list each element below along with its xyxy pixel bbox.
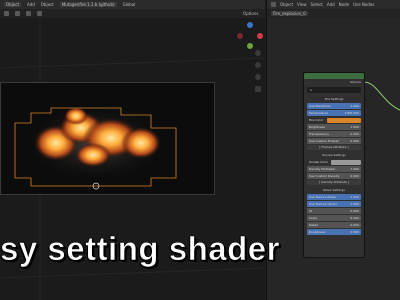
node-menu-add[interactable]: Add [327,2,335,7]
smoke-color-swatch[interactable] [331,159,361,165]
flames-attribute-button[interactable]: [ Flames Attribute ] [307,145,361,150]
move-icon[interactable] [15,11,20,16]
node-output-label: Volume [349,80,361,84]
fire-color-swatch[interactable] [327,117,361,123]
zoom-icon[interactable] [255,50,261,56]
input-detail[interactable]: Detail 0.000 [307,222,361,228]
section-smoke: Smoke Settings [322,153,346,157]
input-scale[interactable]: Scale 6.000 [307,215,361,221]
input-use-custom-density[interactable]: Use Custom Density 0.000 [307,173,361,179]
section-noise: Noise Settings [323,188,345,192]
input-fire-color[interactable]: Fire Color [307,117,361,123]
input-use-custom-fireball[interactable]: Use Custom Fireball 0.000 [307,138,361,144]
material-name[interactable]: Fire_explosion_0 [271,11,308,16]
density-attribute-button[interactable]: [ Density Attribute ] [307,180,361,185]
node-editor[interactable]: Object View Select Add Node Use Nodes Fi… [266,0,400,300]
input-temperature[interactable]: Temperature 1000.000 [307,110,361,116]
fire-rows: Use Blackbody 1.000 Temperature 1000.000 F… [304,103,364,144]
node-editor-header: Object View Select Add Node Use Nodes [267,0,400,9]
node-menu-select[interactable]: Select [311,2,323,7]
input-roughness[interactable]: Roughness 0.500 [307,229,361,235]
snap-icon[interactable] [26,11,31,16]
use-nodes-toggle[interactable]: Use Nodes [353,2,374,7]
cursor-icon[interactable] [4,11,9,16]
shader-node[interactable]: Volume 1 Fire Settings Use Blackbody 1.00… [303,72,365,258]
node-group-field[interactable]: 1 [307,87,361,93]
input-w[interactable]: W 0.000 [307,208,361,214]
input-density-multiplier[interactable]: Density Multiplier 7.000 [307,166,361,172]
axis-gizmo[interactable] [236,22,264,50]
neg-x-axis-icon[interactable] [237,33,243,39]
input-use-texture-noise[interactable]: Use Texture Noise 1.000 [307,194,361,200]
node-link [363,81,400,111]
object-menu[interactable]: Object [41,2,54,7]
editor-type-icon[interactable] [271,2,276,7]
viewport-toolbar [0,9,265,18]
grid-view-icon[interactable] [255,86,261,92]
render-region [0,82,215,195]
section-fire: Fire Settings [324,97,344,101]
node-menu-node[interactable]: Node [339,2,349,7]
mode-menu[interactable]: Object [4,2,22,7]
input-transparency[interactable]: Transparency 0.000 [307,131,361,137]
z-axis-icon[interactable] [247,22,253,28]
viewport-header: Object Add Object Mutagenfire 1.1 b (git… [0,0,265,9]
explosion-render [14,105,177,190]
video-caption: sy setting shader [0,230,280,268]
x-axis-icon[interactable] [257,33,263,39]
group-field-value: 1 [310,88,312,92]
node-menu-object[interactable]: Object [280,2,293,7]
hand-icon[interactable] [255,62,261,68]
node-menu-view[interactable]: View [297,2,307,7]
node-editor-subheader: Fire_explosion_0 [267,9,400,18]
proportional-icon[interactable] [37,11,42,16]
input-smoke-color[interactable]: Smoke Color [307,159,361,165]
y-axis-icon[interactable] [247,43,253,49]
add-menu[interactable]: Add [27,2,35,7]
input-use-blackbody[interactable]: Use Blackbody 1.000 [307,103,361,109]
options-label[interactable]: Options [243,11,258,16]
material-tag[interactable]: Mutagenfire 1.1 b (github) [59,2,117,7]
camera-icon[interactable] [255,74,261,80]
global-dropdown[interactable]: Global [123,2,136,7]
input-use-texture-vector[interactable]: Use Texture Vector 1.000 [307,201,361,207]
input-brightness[interactable]: Brightness 1.000 [307,124,361,130]
